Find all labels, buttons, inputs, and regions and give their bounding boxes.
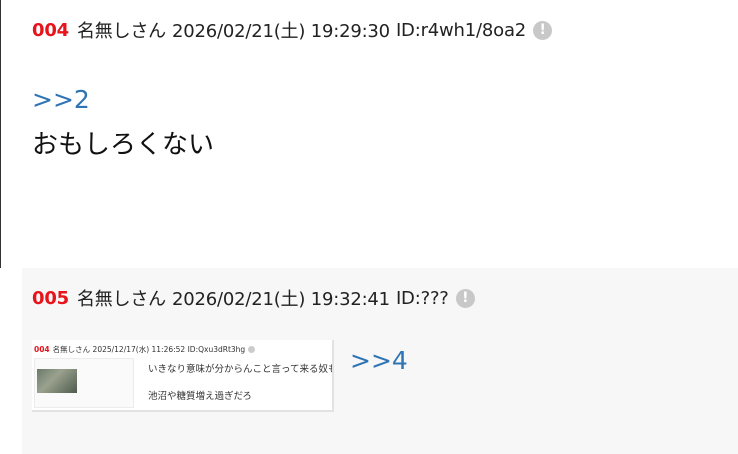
post-author-name: 名無しさん <box>76 289 166 310</box>
left-border <box>0 0 1 268</box>
image-post-name: 名無しさん <box>52 345 91 354</box>
embedded-image[interactable]: 004 名無しさん 2025/12/17(水) 11:26:52 ID:Qxu3… <box>32 340 334 412</box>
post-004: 004 名無しさん 2026/02/21(土) 19:29:30 ID:r4wh… <box>22 0 738 268</box>
post-header: 005 名無しさん 2026/02/21(土) 19:32:41 ID:??? … <box>32 285 475 311</box>
image-nested-post <box>34 358 134 408</box>
post-header: 004 名無しさん 2026/02/21(土) 19:29:30 ID:r4wh… <box>32 17 553 43</box>
post-user-id[interactable]: ID:??? <box>396 288 449 309</box>
image-photo <box>37 369 77 393</box>
image-info-icon <box>248 346 256 353</box>
image-post-date: 2025/12/17(水) 11:26:52 <box>92 345 186 354</box>
image-text-line-1: いきなり意味が分からんこと言って来る奴も怖い <box>148 364 332 375</box>
post-number[interactable]: 005 <box>32 288 69 309</box>
exclamation-circle-icon[interactable]: ! <box>533 20 553 40</box>
post-005: 005 名無しさん 2026/02/21(土) 19:32:41 ID:??? … <box>22 268 738 454</box>
post-body-text: おもしろくない <box>32 130 215 160</box>
image-text-line-2: 池沼や糖質増え過ぎだろ <box>148 391 252 402</box>
reply-anchor-link[interactable]: >>2 <box>32 85 90 114</box>
post-author-name: 名無しさん <box>76 21 166 42</box>
reply-anchor-link[interactable]: >>4 <box>350 346 408 375</box>
image-post-id: ID:Qxu3dRt3hg <box>187 345 246 354</box>
image-post-header: 004 名無しさん 2025/12/17(水) 11:26:52 ID:Qxu3… <box>34 344 256 355</box>
post-timestamp: 2026/02/21(土) 19:32:41 <box>171 289 390 310</box>
post-timestamp: 2026/02/21(土) 19:29:30 <box>171 21 390 42</box>
post-number[interactable]: 004 <box>32 20 69 41</box>
exclamation-circle-icon[interactable]: ! <box>455 288 475 308</box>
image-post-number: 004 <box>34 345 50 354</box>
post-user-id[interactable]: ID:r4wh1/8oa2 <box>396 20 526 41</box>
